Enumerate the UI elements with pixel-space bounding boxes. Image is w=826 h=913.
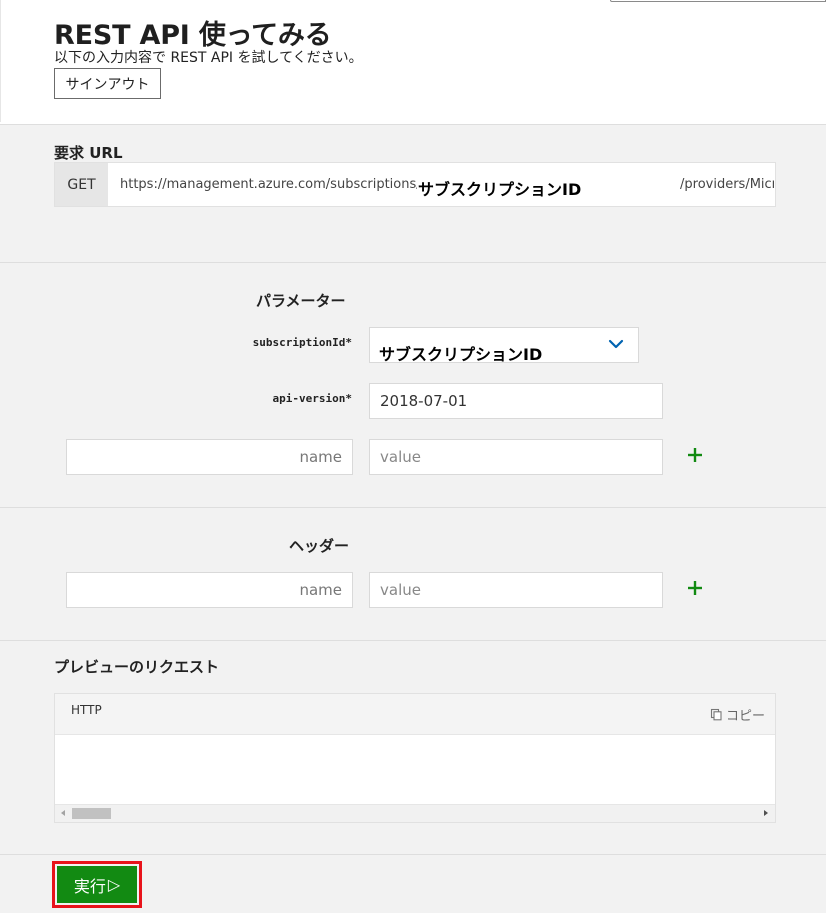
add-parameter-plus-icon[interactable] [684, 444, 706, 466]
subscription-id-selected-value: サブスクリプションID [379, 345, 543, 364]
copy-button[interactable]: コピー [710, 705, 765, 724]
preview-language-label: HTTP [71, 703, 102, 717]
subscription-id-label: subscriptionId* [252, 336, 352, 349]
param-name-input[interactable]: name [66, 439, 353, 475]
http-method-badge: GET [55, 163, 108, 206]
preview-toolbar [55, 694, 775, 735]
signout-button[interactable]: サインアウト [54, 68, 161, 99]
run-label: 実行 [73, 876, 106, 896]
scrollbar-thumb[interactable] [72, 808, 111, 819]
parameters-heading: パラメーター [256, 292, 346, 310]
run-button[interactable]: 実行 ▷ [57, 866, 137, 903]
header-value-input[interactable]: value [369, 572, 663, 608]
request-url-prefix: https://management.azure.com/subscriptio… [120, 177, 417, 192]
scroll-right-arrow-icon[interactable] [761, 808, 771, 818]
header-name-input[interactable]: name [66, 572, 353, 608]
request-url-subscription-overlay: サブスクリプションID [418, 180, 582, 199]
chevron-down-icon[interactable] [607, 337, 625, 351]
page-subtitle: 以下の入力内容で REST API を試してください。 [54, 50, 363, 66]
play-outline-icon: ▷ [107, 875, 121, 894]
left-edge-line [0, 0, 1, 122]
headers-heading: ヘッダー [289, 537, 350, 555]
add-header-plus-icon[interactable] [684, 577, 706, 599]
request-url-suffix: /providers/Microsoft [680, 177, 774, 192]
scroll-left-arrow-icon[interactable] [58, 808, 68, 818]
copy-label: コピー [726, 709, 766, 724]
api-version-label: api-version* [272, 392, 352, 405]
horizontal-scrollbar[interactable] [55, 804, 775, 822]
param-value-input[interactable]: value [369, 439, 663, 475]
api-version-input[interactable]: 2018-07-01 [369, 383, 663, 419]
copy-icon [710, 708, 722, 721]
window-corner-frame [610, 0, 826, 2]
preview-heading: プレビューのリクエスト [54, 658, 220, 676]
request-url-label: 要求 URL [54, 144, 123, 162]
